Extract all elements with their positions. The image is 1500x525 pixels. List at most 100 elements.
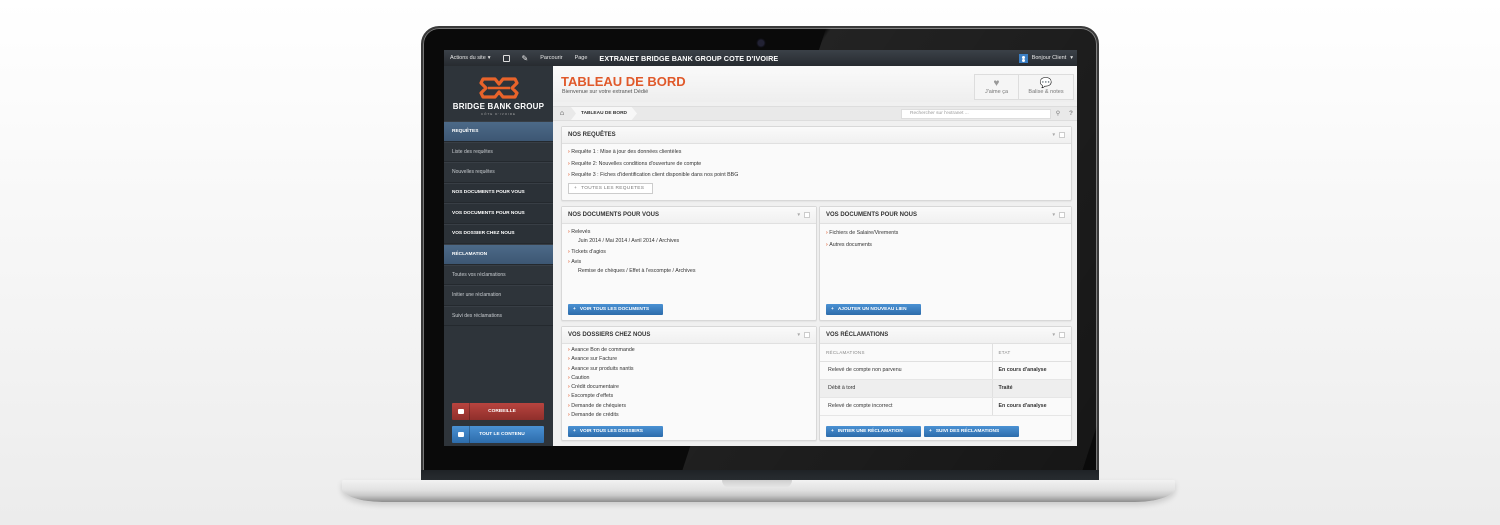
list-item-avis[interactable]: Avis bbox=[568, 258, 810, 267]
browse-tab[interactable]: Parcourir bbox=[534, 55, 568, 61]
site-actions-menu[interactable]: Actions du site ▾ bbox=[444, 55, 497, 61]
column-header-reclamations: RÉCLAMATIONS bbox=[820, 344, 993, 362]
collapse-icon[interactable]: ▾ bbox=[1052, 132, 1055, 138]
panel-reclamations: VOS RÉCLAMATIONS ▾ RÉCLAMATIONS ETAT Rel… bbox=[819, 326, 1072, 441]
plus-icon: + bbox=[574, 185, 578, 191]
sidebar-item-vos-documents[interactable]: VOS DOCUMENTS POUR NOUS bbox=[444, 203, 553, 224]
list-item[interactable]: Avance sur produits nantis bbox=[568, 365, 810, 374]
all-requests-button[interactable]: + TOUTES LES REQUETES bbox=[568, 182, 654, 194]
list-item[interactable]: Demande de chéquiers bbox=[568, 402, 810, 411]
page-title: TABLEAU DE BORD bbox=[561, 74, 686, 89]
plus-icon: + bbox=[573, 429, 576, 434]
releves-links[interactable]: Juin 2014 / Mai 2014 / Avril 2014 / Arch… bbox=[568, 237, 810, 245]
all-content-label: TOUT LE CONTENU bbox=[479, 432, 525, 437]
page-header: TABLEAU DE BORD Bienvenue sur votre extr… bbox=[553, 66, 1077, 102]
tags-notes-button[interactable]: 💬 Balise & notes bbox=[1019, 75, 1073, 99]
add-new-link-button[interactable]: + AJOUTER UN NOUVEAU LIEN bbox=[826, 304, 921, 315]
trash-button[interactable]: CORBEILLE bbox=[452, 403, 544, 420]
sidebar-item-liste-requetes[interactable]: Liste des requêtes bbox=[444, 141, 553, 162]
list-item-releves[interactable]: Relevés bbox=[568, 228, 810, 237]
top-bar: Actions du site ▾ ✎ Parcourir Page EXTRA… bbox=[444, 50, 1077, 66]
chevron-down-icon: ▾ bbox=[1070, 55, 1073, 61]
chat-bubbles-icon: 💬 bbox=[1039, 78, 1053, 89]
breadcrumb-current[interactable]: TABLEAU DE BORD bbox=[571, 107, 638, 120]
list-item[interactable]: Requête 3 : Fiches d'identification clie… bbox=[568, 170, 1065, 182]
table-row[interactable]: Relevé de compte incorrect En cours d'an… bbox=[820, 397, 1071, 416]
list-item[interactable]: Fichiers de Salaire/Virements bbox=[826, 228, 1065, 240]
chevron-down-icon: ▾ bbox=[487, 55, 491, 61]
checkbox[interactable] bbox=[804, 212, 810, 218]
collapse-icon[interactable]: ▾ bbox=[1052, 332, 1055, 338]
view-all-dossiers-button[interactable]: + VOIR TOUS LES DOSSIERS bbox=[568, 426, 663, 437]
sidebar-item-suivi-reclamations[interactable]: Suivi des réclamations bbox=[444, 305, 553, 326]
list-item[interactable]: Crédit documentaire bbox=[568, 383, 810, 392]
view-all-documents-button[interactable]: + VOIR TOUS LES DOCUMENTS bbox=[568, 304, 663, 315]
logo[interactable]: BRIDGE BANK GROUP CÔTE D'IVOIRE bbox=[444, 66, 553, 121]
user-icon bbox=[1018, 53, 1028, 63]
collapse-icon[interactable]: ▾ bbox=[797, 212, 800, 218]
sidebar-item-reclamation[interactable]: RÉCLAMATION bbox=[444, 244, 553, 265]
laptop-notch bbox=[722, 480, 792, 488]
button-label: AJOUTER UN NOUVEAU LIEN bbox=[837, 307, 907, 312]
home-icon[interactable]: ⌂ bbox=[553, 110, 571, 117]
checkbox[interactable] bbox=[1059, 212, 1065, 218]
plus-icon: + bbox=[831, 429, 834, 434]
list-item-tickets[interactable]: Tickets d'agios bbox=[568, 248, 810, 257]
main-content: TABLEAU DE BORD Bienvenue sur votre extr… bbox=[553, 66, 1077, 446]
panel-requetes: NOS REQUÊTES ▾ Requête 1 : Mise à jour d… bbox=[561, 126, 1072, 201]
user-menu[interactable]: Bonjour Client ▾ bbox=[1018, 53, 1077, 63]
table-row[interactable]: Débit à tord Traité bbox=[820, 379, 1071, 398]
table-header-row: RÉCLAMATIONS ETAT bbox=[820, 344, 1071, 362]
panel-title: VOS DOSSIERS CHEZ NOUS bbox=[568, 332, 651, 338]
list-item[interactable]: Requête 2: Nouvelles conditions d'ouvert… bbox=[568, 159, 1065, 171]
page-subtitle: Bienvenue sur votre extranet Dédié bbox=[562, 89, 649, 95]
list-item[interactable]: Demande de crédits bbox=[568, 411, 810, 420]
logo-subtitle: CÔTE D'IVOIRE bbox=[480, 111, 517, 116]
edit-icon: ✎ bbox=[521, 53, 529, 63]
list-item[interactable]: Autres documents bbox=[826, 240, 1065, 252]
list-item[interactable]: Caution bbox=[568, 374, 810, 383]
sidebar-item-nos-documents[interactable]: NOS DOCUMENTS POUR VOUS bbox=[444, 182, 553, 203]
follow-reclamations-button[interactable]: + SUIVI DES RÉCLAMATIONS bbox=[924, 426, 1019, 437]
list-item[interactable]: Escompte d'effets bbox=[568, 392, 810, 401]
initiate-reclamation-button[interactable]: + INITIER UNE RÉCLAMATION bbox=[826, 426, 921, 437]
camera-icon bbox=[758, 40, 764, 46]
checkbox[interactable] bbox=[1059, 132, 1065, 138]
list-item[interactable]: Avance sur Facture bbox=[568, 355, 810, 364]
trash-label: CORBEILLE bbox=[488, 409, 516, 414]
search-icon[interactable]: ⚲ bbox=[1051, 110, 1065, 117]
panel-title: NOS DOCUMENTS POUR VOUS bbox=[568, 212, 660, 218]
save-button[interactable] bbox=[497, 54, 516, 62]
sidebar-item-vos-dossiers[interactable]: VOS DOSSIER CHEZ NOUS bbox=[444, 223, 553, 244]
avis-links[interactable]: Remise de chèques / Effet à l'escompte /… bbox=[568, 267, 810, 275]
sidebar-item-toutes-reclamations[interactable]: Toutes vos réclamations bbox=[444, 264, 553, 285]
button-label: VOIR TOUS LES DOCUMENTS bbox=[579, 307, 650, 312]
table-row[interactable]: Relevé de compte non parvenu En cours d'… bbox=[820, 361, 1071, 380]
collapse-icon[interactable]: ▾ bbox=[797, 332, 800, 338]
panel-vos-documents: VOS DOCUMENTS POUR NOUS ▾ Fichiers de Sa… bbox=[819, 206, 1072, 321]
edit-button[interactable]: ✎ bbox=[516, 54, 535, 63]
checkbox[interactable] bbox=[804, 332, 810, 338]
sidebar-nav: REQUÊTES Liste des requêtes Nouvelles re… bbox=[444, 121, 553, 326]
panel-header: VOS DOCUMENTS POUR NOUS ▾ bbox=[820, 207, 1071, 224]
sidebar-item-requetes[interactable]: REQUÊTES bbox=[444, 121, 553, 142]
list-item[interactable]: Avance Bon de commande bbox=[568, 346, 810, 355]
like-button[interactable]: ♥ J'aime ça bbox=[975, 75, 1019, 99]
heart-icon: ♥ bbox=[993, 78, 1000, 89]
list-item[interactable]: Requête 1 : Mise à jour des données clie… bbox=[568, 147, 1065, 159]
column-header-etat: ETAT bbox=[992, 344, 1071, 362]
search-input[interactable]: Rechercher sur l'extranet ... bbox=[901, 108, 1051, 119]
button-label: SUIVI DES RÉCLAMATIONS bbox=[935, 429, 1000, 434]
all-content-button[interactable]: TOUT LE CONTENU bbox=[452, 426, 544, 443]
help-icon[interactable]: ? bbox=[1065, 110, 1077, 117]
collapse-icon[interactable]: ▾ bbox=[1052, 212, 1055, 218]
reclamations-table: RÉCLAMATIONS ETAT Relevé de compte non p… bbox=[820, 344, 1071, 416]
like-label: J'aime ça bbox=[984, 89, 1009, 95]
sidebar-item-nouvelles-requetes[interactable]: Nouvelles requêtes bbox=[444, 162, 553, 183]
reclamation-label: Relevé de compte incorrect bbox=[820, 397, 993, 416]
button-label: INITIER UNE RÉCLAMATION bbox=[837, 429, 903, 434]
page-tab[interactable]: Page bbox=[569, 55, 594, 61]
plus-icon: + bbox=[929, 429, 932, 434]
checkbox[interactable] bbox=[1059, 332, 1065, 338]
sidebar-item-initier-reclamation[interactable]: Initier une réclamation bbox=[444, 285, 553, 306]
